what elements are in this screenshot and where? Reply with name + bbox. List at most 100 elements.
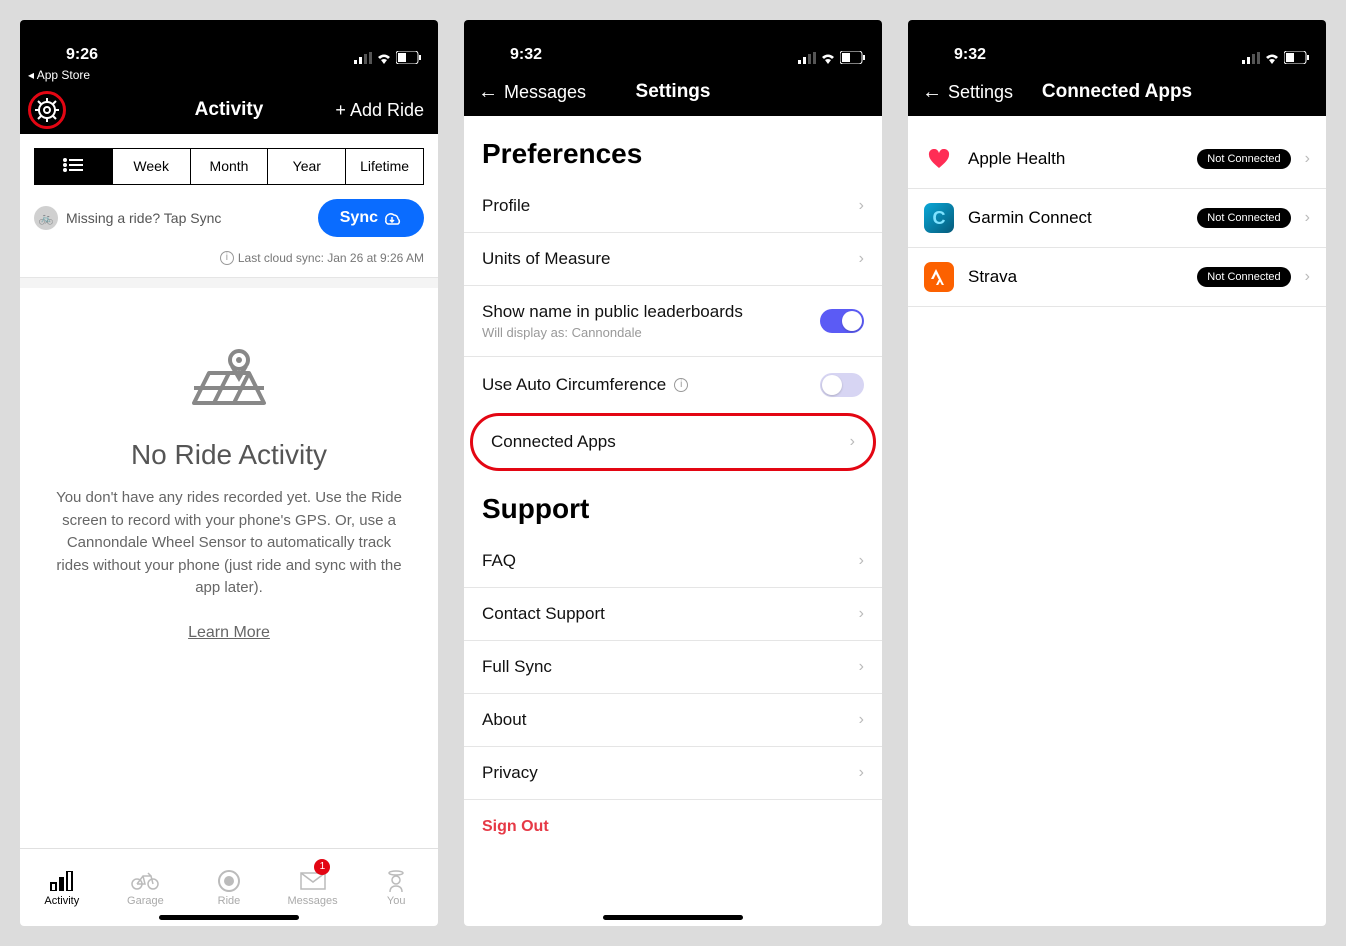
empty-title: No Ride Activity [50, 439, 408, 471]
segment-month[interactable]: Month [191, 149, 269, 184]
row-fullsync-label: Full Sync [482, 657, 552, 677]
sync-button-label: Sync [340, 209, 378, 227]
info-icon: i [220, 251, 234, 265]
screen-activity: 9:26 ◂ App Store Activity + Add Ride Wee… [20, 20, 438, 926]
tab-messages-label: Messages [288, 895, 338, 907]
row-connected-apps[interactable]: Connected Apps › [473, 416, 873, 468]
activity-icon [50, 871, 74, 891]
chevron-right-icon: › [1305, 150, 1310, 168]
empty-state: No Ride Activity You don't have any ride… [20, 288, 438, 642]
app-row-health[interactable]: Apple Health Not Connected › [908, 130, 1326, 189]
signal-icon [1242, 52, 1260, 64]
row-units[interactable]: Units of Measure › [464, 233, 882, 286]
signal-icon [798, 52, 816, 64]
leaderboards-toggle[interactable] [820, 309, 864, 333]
app-store-back[interactable]: ◂ App Store [20, 68, 438, 86]
support-heading: Support [464, 471, 882, 535]
row-privacy[interactable]: Privacy › [464, 747, 882, 800]
battery-icon [396, 51, 422, 64]
screen-settings: 9:32 ← Messages Settings Preferences Pro… [464, 20, 882, 926]
messages-badge: 1 [314, 859, 330, 875]
segment-year[interactable]: Year [268, 149, 346, 184]
row-leaderboards-label: Show name in public leaderboards [482, 302, 743, 322]
app-row-strava[interactable]: Strava Not Connected › [908, 248, 1326, 307]
status-icons [1242, 51, 1310, 64]
tab-activity-label: Activity [44, 895, 79, 907]
row-contact-label: Contact Support [482, 604, 605, 624]
empty-body: You don't have any rides recorded yet. U… [50, 487, 408, 600]
row-about-label: About [482, 710, 526, 730]
last-sync: i Last cloud sync: Jan 26 at 9:26 AM [20, 251, 438, 278]
status-bar: 9:32 [464, 20, 882, 68]
row-contact[interactable]: Contact Support › [464, 588, 882, 641]
chevron-right-icon: › [850, 433, 855, 451]
back-arrow-icon: ← [922, 81, 942, 104]
chevron-right-icon: › [859, 552, 864, 570]
back-arrow-icon: ← [478, 81, 498, 104]
segment-list[interactable] [35, 149, 113, 184]
info-icon[interactable]: i [674, 378, 688, 392]
sync-button[interactable]: Sync [318, 199, 424, 237]
segment-lifetime[interactable]: Lifetime [346, 149, 423, 184]
cloud-sync-icon [384, 211, 402, 225]
person-icon [387, 870, 405, 892]
screen-connected-apps: 9:32 ← Settings Connected Apps Apple Hea… [908, 20, 1326, 926]
nav-bar: ← Messages Settings [464, 68, 882, 116]
auto-circ-toggle[interactable] [820, 373, 864, 397]
status-icons [798, 51, 866, 64]
map-pin-icon [184, 348, 274, 418]
app-health-status: Not Connected [1197, 149, 1290, 169]
row-fullsync[interactable]: Full Sync › [464, 641, 882, 694]
tab-garage-label: Garage [127, 895, 164, 907]
learn-more-link[interactable]: Learn More [188, 624, 270, 642]
back-label: Settings [948, 82, 1013, 103]
garmin-icon: C [924, 203, 954, 233]
row-leaderboards[interactable]: Show name in public leaderboards Will di… [464, 286, 882, 357]
bicycle-icon [131, 872, 159, 890]
tab-you-label: You [387, 895, 406, 907]
time-segment: Week Month Year Lifetime [34, 148, 424, 185]
back-button[interactable]: ← Messages [478, 81, 586, 104]
row-auto-circumference[interactable]: Use Auto Circumference i [464, 357, 882, 413]
battery-icon [840, 51, 866, 64]
tab-activity[interactable]: Activity [20, 849, 104, 926]
chevron-right-icon: › [1305, 268, 1310, 286]
wifi-icon [820, 52, 836, 64]
row-faq[interactable]: FAQ › [464, 535, 882, 588]
home-indicator[interactable] [159, 915, 299, 920]
add-ride-button[interactable]: + Add Ride [335, 100, 424, 121]
wifi-icon [1264, 52, 1280, 64]
app-row-garmin[interactable]: C Garmin Connect Not Connected › [908, 189, 1326, 248]
segment-week[interactable]: Week [113, 149, 191, 184]
row-privacy-label: Privacy [482, 763, 538, 783]
back-button[interactable]: ← Settings [922, 81, 1013, 104]
record-icon [217, 869, 241, 893]
chevron-right-icon: › [859, 605, 864, 623]
row-faq-label: FAQ [482, 551, 516, 571]
tab-you[interactable]: You [354, 849, 438, 926]
apple-health-icon [924, 144, 954, 174]
home-indicator[interactable] [603, 915, 743, 920]
nav-bar: ← Settings Connected Apps [908, 68, 1326, 116]
settings-gear-highlight[interactable] [28, 91, 66, 129]
signal-icon [354, 52, 372, 64]
row-leaderboards-sub: Will display as: Cannondale [482, 325, 743, 340]
row-profile-label: Profile [482, 196, 530, 216]
status-bar: 9:32 [908, 20, 1326, 68]
sign-out-button[interactable]: Sign Out [464, 800, 882, 854]
status-icons [354, 51, 422, 64]
strava-icon [924, 262, 954, 292]
back-label: Messages [504, 82, 586, 103]
app-garmin-name: Garmin Connect [968, 208, 1183, 228]
app-garmin-status: Not Connected [1197, 208, 1290, 228]
row-profile[interactable]: Profile › [464, 180, 882, 233]
status-time: 9:26 [36, 46, 98, 64]
chevron-right-icon: › [859, 197, 864, 215]
row-units-label: Units of Measure [482, 249, 611, 269]
chevron-right-icon: › [859, 711, 864, 729]
row-about[interactable]: About › [464, 694, 882, 747]
chevron-right-icon: › [859, 764, 864, 782]
row-auto-circ-label: Use Auto Circumference [482, 375, 666, 395]
app-strava-name: Strava [968, 267, 1183, 287]
status-time: 9:32 [924, 46, 986, 64]
